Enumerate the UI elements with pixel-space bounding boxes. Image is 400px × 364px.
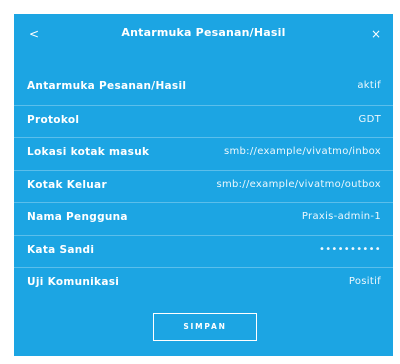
setting-label: Uji Komunikasi: [27, 276, 120, 288]
setting-label: Kata Sandi: [27, 243, 95, 256]
close-icon[interactable]: ×: [367, 25, 385, 43]
dialog-header: < Antarmuka Pesanan/Hasil ×: [14, 14, 393, 56]
setting-label: Protokol: [27, 113, 80, 126]
setting-row-outbox[interactable]: Kotak Keluar smb://example/vivatmo/outbo…: [14, 169, 393, 203]
setting-value: aktif: [357, 80, 381, 91]
setting-row-communication-test[interactable]: Uji Komunikasi Positif: [14, 267, 393, 300]
order-result-interface-dialog: < Antarmuka Pesanan/Hasil × Antarmuka Pe…: [14, 14, 393, 356]
setting-label: Kotak Keluar: [27, 178, 107, 191]
setting-row-interface[interactable]: Antarmuka Pesanan/Hasil aktif: [14, 72, 393, 105]
setting-label: Antarmuka Pesanan/Hasil: [27, 80, 187, 92]
dialog-title: Antarmuka Pesanan/Hasil: [121, 26, 286, 39]
setting-label: Nama Pengguna: [27, 211, 128, 223]
setting-row-protocol[interactable]: Protokol GDT: [14, 104, 393, 138]
setting-value: Positif: [348, 276, 381, 287]
setting-row-username[interactable]: Nama Pengguna Praxis-admin-1: [14, 202, 393, 235]
setting-row-inbox-location[interactable]: Lokasi kotak masuk smb://example/vivatmo…: [14, 137, 393, 170]
setting-value: GDT: [358, 113, 381, 125]
setting-row-password[interactable]: Kata Sandi ••••••••••: [14, 234, 393, 268]
setting-value: smb://example/vivatmo/outbox: [216, 178, 381, 190]
settings-list: Antarmuka Pesanan/Hasil aktif Protokol G…: [14, 72, 393, 300]
setting-label: Lokasi kotak masuk: [27, 146, 150, 158]
setting-value: smb://example/vivatmo/inbox: [223, 146, 381, 157]
setting-value: ••••••••••: [319, 243, 381, 255]
setting-value: Praxis-admin-1: [301, 211, 381, 222]
save-button[interactable]: SIMPAN: [153, 313, 257, 341]
